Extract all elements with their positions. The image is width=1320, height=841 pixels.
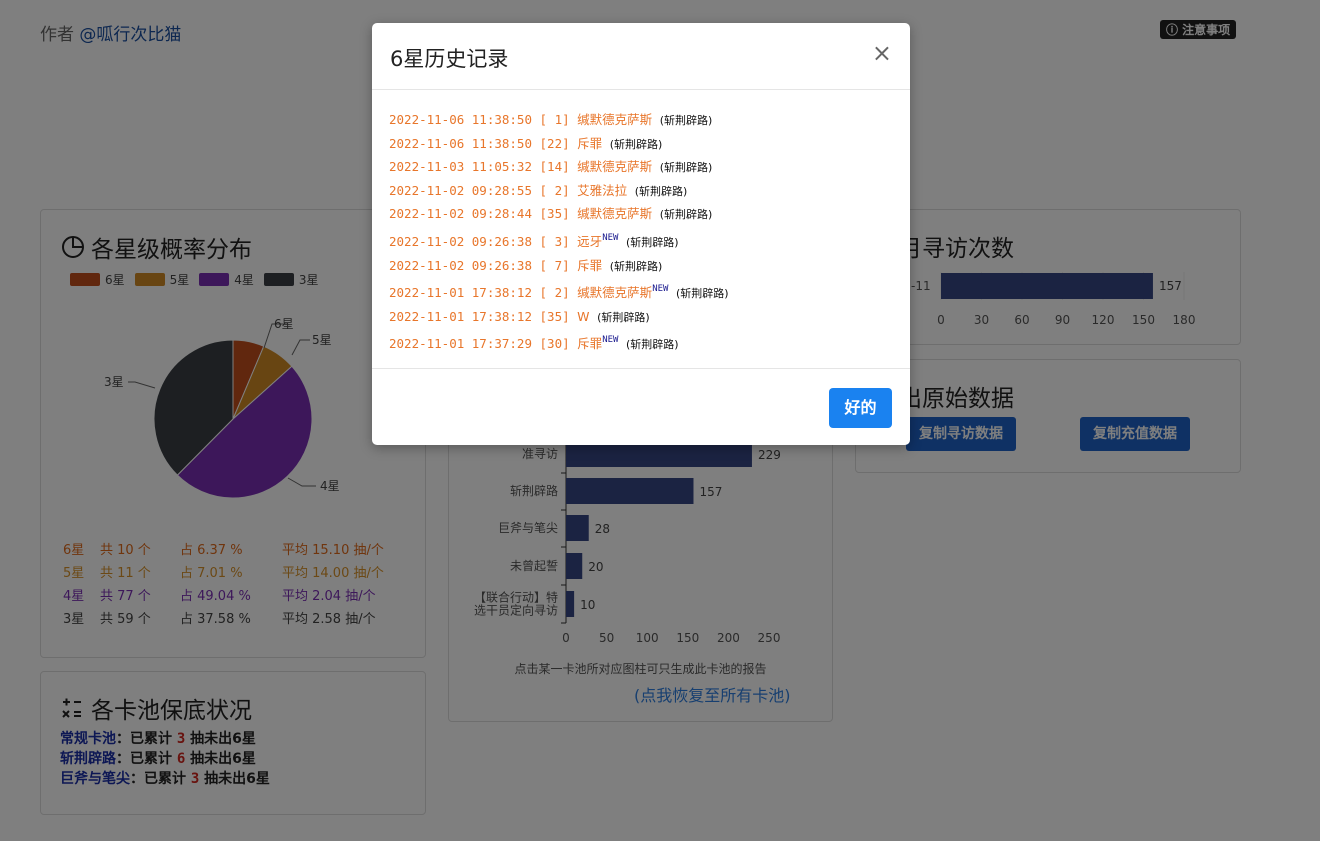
- record-index: [ 2]: [539, 182, 570, 198]
- record-index: [ 1]: [539, 112, 570, 127]
- record-pool: (斩荆辟路): [659, 208, 713, 222]
- record-operator-name: W: [577, 308, 590, 324]
- record-operator-name: 缄默德克萨斯: [577, 112, 653, 127]
- history-record: 2022-11-01 17:38:12 [35] W (斩荆辟路): [389, 306, 899, 330]
- record-timestamp: 2022-11-06 11:38:50: [389, 112, 532, 127]
- record-timestamp: 2022-11-02 09:28:44: [389, 206, 532, 222]
- record-timestamp: 2022-11-06 11:38:50: [389, 135, 532, 151]
- record-pool: (斩荆辟路): [625, 235, 679, 249]
- record-index: [35]: [539, 206, 570, 222]
- history-record: 2022-11-03 11:05:32 [14] 缄默德克萨斯 (斩荆辟路): [389, 156, 899, 180]
- record-index: [ 7]: [539, 257, 570, 273]
- record-operator-name: 缄默德克萨斯: [577, 285, 653, 301]
- ok-button[interactable]: 好的: [829, 388, 892, 428]
- record-operator-name: 缄默德克萨斯: [577, 206, 653, 222]
- history-record: 2022-11-06 11:38:50 [22] 斥罪 (斩荆辟路): [389, 133, 899, 157]
- history-record: 2022-11-01 17:37:29 [30] 斥罪NEW (斩荆辟路): [389, 329, 899, 357]
- record-index: [30]: [539, 336, 570, 352]
- modal-header: 6星历史记录 ×: [372, 23, 910, 90]
- history-list: 2022-11-06 11:38:50 [ 1] 缄默德克萨斯 (斩荆辟路) 20…: [389, 109, 899, 357]
- record-operator-name: 斥罪: [577, 336, 603, 352]
- record-pool: (斩荆辟路): [625, 338, 679, 352]
- record-timestamp: 2022-11-03 11:05:32: [389, 159, 532, 175]
- record-timestamp: 2022-11-02 09:28:55: [389, 182, 532, 198]
- record-pool: (斩荆辟路): [634, 184, 688, 198]
- history-record: 2022-11-02 09:28:55 [ 2] 艾雅法拉 (斩荆辟路): [389, 180, 899, 204]
- record-timestamp: 2022-11-01 17:38:12: [389, 285, 532, 301]
- record-index: [35]: [539, 308, 570, 324]
- new-badge: NEW: [602, 335, 619, 346]
- record-timestamp: 2022-11-02 09:26:38: [389, 257, 532, 273]
- record-pool: (斩荆辟路): [659, 114, 713, 127]
- record-index: [ 3]: [539, 233, 570, 249]
- history-record: 2022-11-02 09:26:38 [ 7] 斥罪 (斩荆辟路): [389, 255, 899, 279]
- record-index: [22]: [539, 135, 570, 151]
- record-operator-name: 艾雅法拉: [577, 182, 628, 198]
- close-icon[interactable]: ×: [872, 39, 892, 67]
- new-badge: NEW: [602, 232, 619, 243]
- modal-footer: 好的: [372, 368, 910, 446]
- record-timestamp: 2022-11-01 17:37:29: [389, 336, 532, 352]
- record-pool: (斩荆辟路): [597, 310, 650, 324]
- six-star-history-modal: 6星历史记录 × 2022-11-06 11:38:50 [ 1] 缄默德克萨斯…: [372, 23, 910, 445]
- record-pool: (斩荆辟路): [675, 287, 729, 301]
- record-timestamp: 2022-11-01 17:38:12: [389, 308, 532, 324]
- record-pool: (斩荆辟路): [609, 137, 663, 151]
- history-record: 2022-11-02 09:26:38 [ 3] 远牙NEW (斩荆辟路): [389, 227, 899, 255]
- record-index: [ 2]: [539, 285, 570, 301]
- history-record: 2022-11-02 09:28:44 [35] 缄默德克萨斯 (斩荆辟路): [389, 203, 899, 227]
- modal-title: 6星历史记录: [390, 47, 509, 71]
- record-pool: (斩荆辟路): [659, 161, 713, 175]
- record-timestamp: 2022-11-02 09:26:38: [389, 233, 532, 249]
- new-badge: NEW: [652, 284, 669, 295]
- record-index: [14]: [539, 159, 570, 175]
- history-record: 2022-11-06 11:38:50 [ 1] 缄默德克萨斯 (斩荆辟路): [389, 109, 899, 133]
- record-operator-name: 斥罪: [577, 257, 603, 273]
- history-record: 2022-11-01 17:38:12 [ 2] 缄默德克萨斯NEW (斩荆辟路…: [389, 278, 899, 306]
- record-pool: (斩荆辟路): [609, 259, 663, 273]
- record-operator-name: 远牙: [577, 233, 603, 249]
- record-operator-name: 缄默德克萨斯: [577, 159, 653, 175]
- record-operator-name: 斥罪: [577, 135, 603, 151]
